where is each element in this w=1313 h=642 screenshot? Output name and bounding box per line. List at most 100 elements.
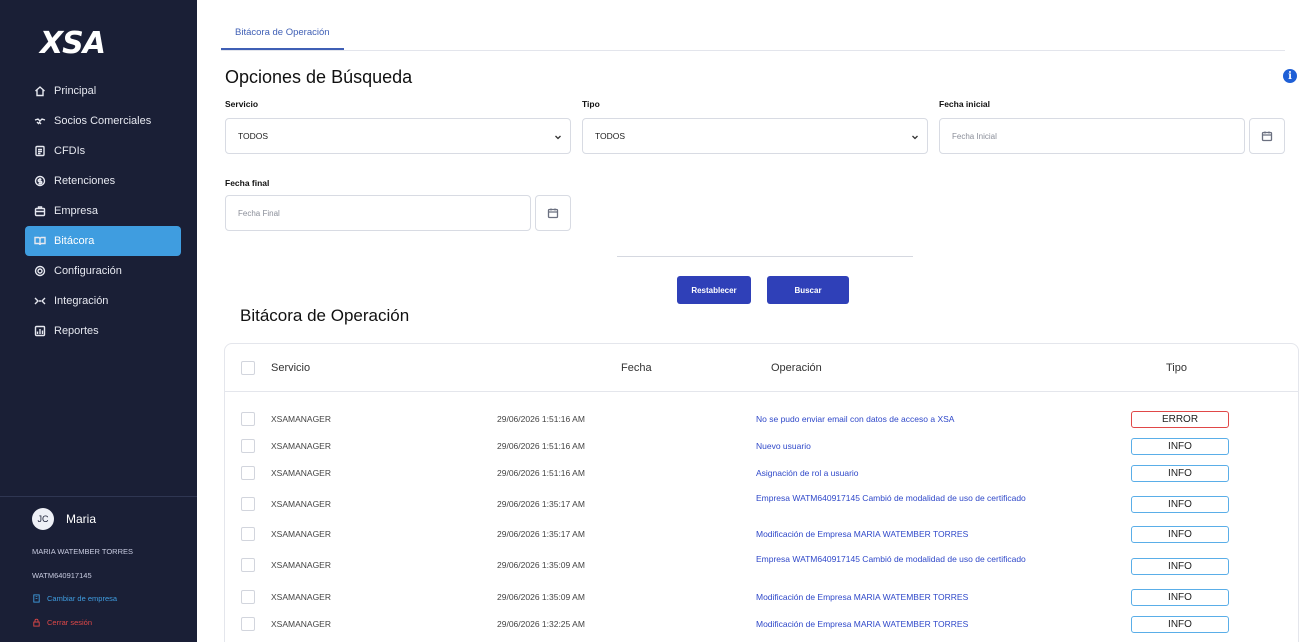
fecha-inicial-calendar-button[interactable] — [1249, 118, 1285, 154]
row-operacion[interactable]: Modificación de Empresa MARIA WATEMBER T… — [756, 529, 1056, 539]
fecha-inicial-input[interactable]: Fecha Inicial — [939, 118, 1245, 154]
home-icon — [33, 84, 47, 98]
user-full-name: MARIA WATEMBER TORRES — [32, 547, 133, 556]
lock-icon — [33, 618, 40, 627]
table-row[interactable]: XSAMANAGER 29/06/2026 1:35:09 AM Empresa… — [225, 551, 1298, 580]
row-fecha: 29/06/2026 1:35:17 AM — [497, 499, 585, 509]
servicio-label: Servicio — [225, 99, 259, 109]
main-content: Bitácora de Operación Opciones de Búsque… — [197, 0, 1313, 642]
row-checkbox[interactable] — [241, 412, 255, 426]
search-options-title: Opciones de Búsqueda — [225, 67, 413, 87]
row-checkbox[interactable] — [241, 558, 255, 572]
table-row[interactable]: XSAMANAGER 29/06/2026 1:51:16 AM Nuevo u… — [225, 433, 1298, 462]
row-fecha: 29/06/2026 1:51:16 AM — [497, 441, 585, 451]
reset-button[interactable]: Restablecer — [677, 276, 751, 304]
row-operacion[interactable]: Nuevo usuario — [756, 441, 1056, 451]
row-fecha: 29/06/2026 1:51:16 AM — [497, 468, 585, 478]
user-profile[interactable]: JC Maria — [32, 508, 96, 530]
handshake-icon — [33, 114, 47, 128]
user-name: Maria — [66, 512, 97, 526]
log-section-title: Bitácora de Operación — [240, 306, 410, 325]
servicio-value: TODOS — [238, 131, 269, 141]
chart-icon — [33, 324, 47, 338]
info-icon[interactable]: i — [1283, 69, 1297, 83]
search-button[interactable]: Buscar — [767, 276, 849, 304]
row-servicio: XSAMANAGER — [271, 468, 331, 478]
column-header-operacion[interactable]: Operación — [771, 362, 822, 374]
sidebar-item-label: Reportes — [54, 325, 99, 337]
row-operacion[interactable]: Empresa WATM640917145 Cambió de modalida… — [756, 554, 1056, 564]
sidebar-item-integracion[interactable]: Integración — [25, 286, 181, 316]
coin-icon — [33, 174, 47, 188]
calendar-icon — [547, 208, 559, 219]
status-badge: INFO — [1131, 589, 1229, 606]
sidebar-item-socios-comerciales[interactable]: Socios Comerciales — [25, 106, 181, 136]
tipo-value: TODOS — [595, 131, 626, 141]
xsa-logo[interactable]: XSA — [40, 26, 106, 61]
row-servicio: XSAMANAGER — [271, 619, 331, 629]
logout-link[interactable]: Cerrar sesión — [32, 618, 92, 627]
column-header-tipo[interactable]: Tipo — [1166, 362, 1187, 374]
column-header-servicio[interactable]: Servicio — [271, 362, 310, 374]
status-badge: INFO — [1131, 558, 1229, 575]
column-header-fecha[interactable]: Fecha — [621, 362, 652, 374]
row-operacion[interactable]: No se pudo enviar email con datos de acc… — [756, 414, 1056, 424]
row-fecha: 29/06/2026 1:51:16 AM — [497, 414, 585, 424]
row-checkbox[interactable] — [241, 617, 255, 631]
status-badge: INFO — [1131, 616, 1229, 633]
row-checkbox[interactable] — [241, 439, 255, 453]
row-operacion[interactable]: Empresa WATM640917145 Cambió de modalida… — [756, 493, 1056, 503]
row-checkbox[interactable] — [241, 466, 255, 480]
user-rfc: WATM640917145 — [32, 571, 92, 580]
row-fecha: 29/06/2026 1:35:09 AM — [497, 560, 585, 570]
row-operacion[interactable]: Modificación de Empresa MARIA WATEMBER T… — [756, 592, 1056, 602]
chevron-down-icon — [912, 135, 918, 140]
row-servicio: XSAMANAGER — [271, 592, 331, 602]
status-badge: INFO — [1131, 465, 1229, 482]
row-checkbox[interactable] — [241, 527, 255, 541]
select-all-checkbox[interactable] — [241, 361, 255, 375]
fecha-final-input[interactable]: Fecha Final — [225, 195, 531, 231]
row-operacion[interactable]: Modificación de Empresa MARIA WATEMBER T… — [756, 619, 1056, 629]
status-badge: INFO — [1131, 438, 1229, 455]
log-table: Servicio Fecha Operación Tipo XSAMANAGER… — [224, 343, 1299, 642]
sidebar-item-empresa[interactable]: Empresa — [25, 196, 181, 226]
row-operacion[interactable]: Asignación de rol a usuario — [756, 468, 1056, 478]
row-servicio: XSAMANAGER — [271, 414, 331, 424]
table-row[interactable]: XSAMANAGER 29/06/2026 1:32:25 AM Modific… — [225, 611, 1298, 640]
sidebar-item-principal[interactable]: Principal — [25, 76, 181, 106]
row-fecha: 29/06/2026 1:35:09 AM — [497, 592, 585, 602]
table-row[interactable]: XSAMANAGER 29/06/2026 1:35:17 AM Modific… — [225, 521, 1298, 550]
row-servicio: XSAMANAGER — [271, 441, 331, 451]
servicio-select[interactable]: TODOS — [225, 118, 571, 154]
change-company-link[interactable]: Cambiar de empresa — [32, 594, 117, 603]
chevron-down-icon — [555, 135, 561, 140]
tab-bitacora-operacion[interactable]: Bitácora de Operación — [221, 26, 344, 50]
row-checkbox[interactable] — [241, 497, 255, 511]
sidebar-item-bitacora[interactable]: Bitácora — [25, 226, 181, 256]
table-row[interactable]: XSAMANAGER 29/06/2026 1:35:17 AM Empresa… — [225, 490, 1298, 519]
table-row[interactable]: XSAMANAGER 29/06/2026 1:35:09 AM Modific… — [225, 584, 1298, 613]
row-checkbox[interactable] — [241, 590, 255, 604]
row-fecha: 29/06/2026 1:35:17 AM — [497, 529, 585, 539]
building-icon — [33, 594, 40, 603]
sidebar-item-reportes[interactable]: Reportes — [25, 316, 181, 346]
change-company-label: Cambiar de empresa — [47, 594, 118, 603]
status-badge: INFO — [1131, 496, 1229, 513]
tipo-select[interactable]: TODOS — [582, 118, 928, 154]
gear-icon — [33, 264, 47, 278]
sidebar-item-configuracion[interactable]: Configuración — [25, 256, 181, 286]
status-badge: INFO — [1131, 526, 1229, 543]
table-row[interactable]: XSAMANAGER 29/06/2026 1:51:16 AM No se p… — [225, 406, 1298, 435]
briefcase-icon — [33, 204, 47, 218]
sidebar-item-label: Principal — [54, 85, 97, 97]
sidebar-item-cfdis[interactable]: CFDIs — [25, 136, 181, 166]
sidebar-item-label: Empresa — [54, 205, 99, 217]
table-row[interactable]: XSAMANAGER 29/06/2026 1:51:16 AM Asignac… — [225, 460, 1298, 489]
sidebar-item-label: Integración — [54, 295, 109, 307]
fecha-final-calendar-button[interactable] — [535, 195, 571, 231]
sidebar-item-label: Retenciones — [54, 175, 116, 187]
sidebar-item-retenciones[interactable]: Retenciones — [25, 166, 181, 196]
document-icon — [33, 144, 47, 158]
fecha-final-label: Fecha final — [225, 178, 270, 188]
